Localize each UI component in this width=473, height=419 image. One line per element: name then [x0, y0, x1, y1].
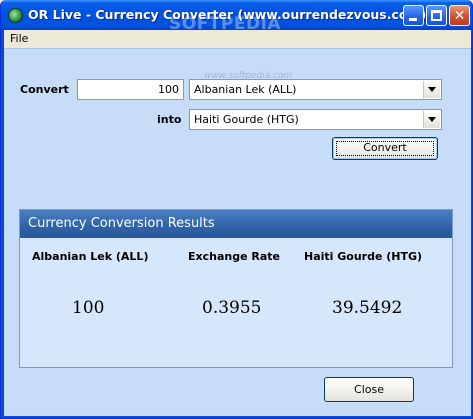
- from-currency-select[interactable]: Albanian Lek (ALL): [189, 79, 442, 100]
- result-amount: 100: [72, 298, 105, 318]
- minimize-button[interactable]: [403, 5, 424, 26]
- maximize-icon: [431, 10, 442, 21]
- from-currency-value: Albanian Lek (ALL): [194, 83, 297, 96]
- dropdown-arrow-icon[interactable]: [423, 81, 440, 98]
- amount-input[interactable]: 100: [77, 79, 184, 100]
- into-label: into: [157, 113, 182, 126]
- convert-button[interactable]: Convert: [332, 137, 438, 160]
- maximize-button[interactable]: [426, 5, 447, 26]
- minimize-icon: [409, 18, 417, 21]
- results-col-to: Haiti Gourde (HTG): [304, 250, 423, 263]
- main-panel: www.softpedia.com Convert 100 Albanian L…: [4, 48, 471, 416]
- close-icon: ✕: [453, 8, 466, 24]
- app-window: OR Live - Currency Converter (www.ourren…: [0, 0, 473, 419]
- to-currency-select[interactable]: Haiti Gourde (HTG): [189, 109, 442, 130]
- result-converted: 39.5492: [332, 298, 403, 318]
- focus-rect: [336, 141, 434, 156]
- app-icon: [8, 8, 23, 23]
- results-panel: Currency Conversion Results Albanian Lek…: [19, 209, 453, 368]
- results-col-rate: Exchange Rate: [188, 250, 280, 263]
- result-rate: 0.3955: [202, 298, 262, 318]
- convert-label: Convert: [20, 83, 69, 96]
- results-title: Currency Conversion Results: [20, 210, 452, 238]
- menu-file[interactable]: File: [10, 32, 28, 45]
- to-currency-value: Haiti Gourde (HTG): [194, 113, 299, 126]
- dropdown-arrow-icon[interactable]: [423, 111, 440, 128]
- results-col-from: Albanian Lek (ALL): [32, 250, 149, 263]
- title-bar[interactable]: OR Live - Currency Converter (www.ourren…: [1, 0, 472, 34]
- close-window-button[interactable]: ✕: [449, 5, 470, 26]
- menu-bar: File: [4, 30, 471, 48]
- close-button[interactable]: Close: [324, 377, 414, 402]
